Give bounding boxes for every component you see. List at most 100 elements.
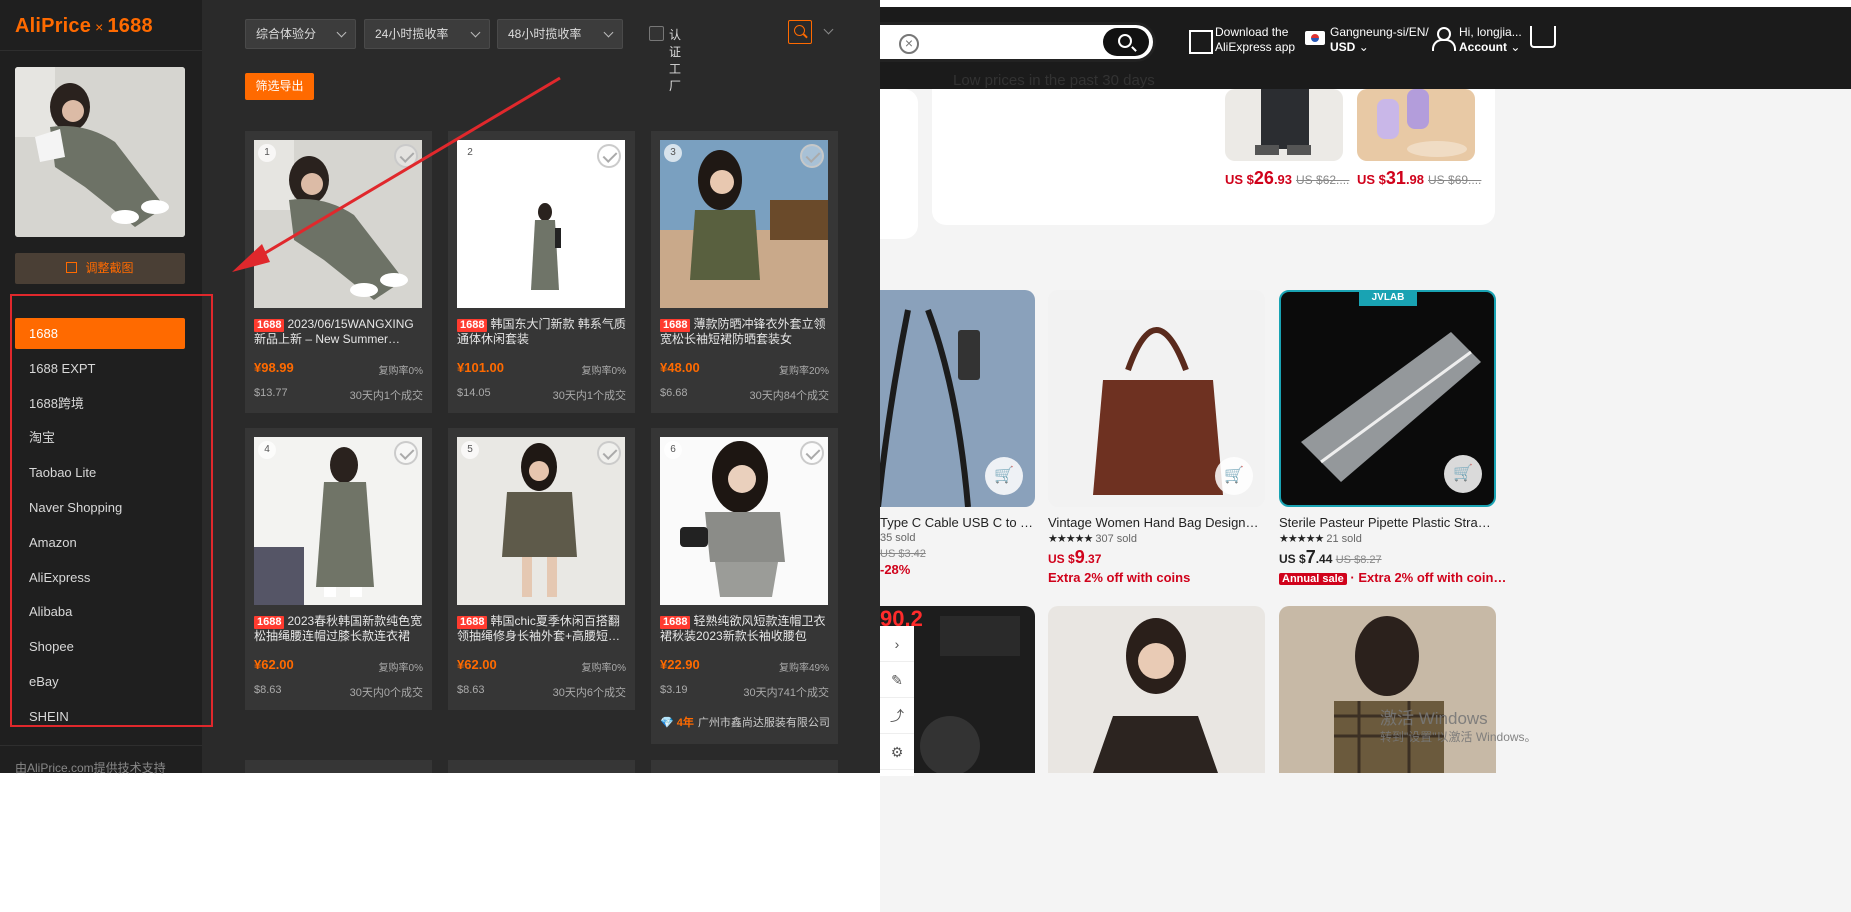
windows-activation-hint: 转到"设置"以激活 Windows。 — [1380, 730, 1537, 744]
divider — [0, 50, 202, 51]
floating-tools: › ✎ ⤴ ⚙ — [880, 626, 914, 776]
account-greeting: Hi, longjia... — [1459, 25, 1522, 39]
supplier-info[interactable]: 💎 4年 广州市鑫尚达服装有限公司 — [660, 714, 830, 730]
deal-image-case[interactable] — [1357, 89, 1475, 161]
product-price: ¥48.00 — [660, 360, 700, 375]
usd-price: $8.63 — [254, 684, 282, 696]
product-title[interactable]: 1688 韩国chic夏季休闲百搭翻领抽绳修身长袖外套+高腰短… — [457, 614, 627, 644]
qr-code-icon[interactable] — [1189, 30, 1213, 54]
select-check-icon[interactable] — [394, 441, 418, 465]
usd-price: $14.05 — [457, 387, 491, 399]
sort-select[interactable]: 综合体验分 — [245, 19, 356, 49]
product-card[interactable]: 3 1688薄款防晒冲锋衣外套立领宽松长袖短裙防晒套装女2023… ¥48.00… — [651, 131, 838, 413]
add-to-cart-icon[interactable]: 🛒 — [985, 457, 1023, 495]
product-card-partial — [448, 760, 635, 773]
product-title[interactable]: 1688 2023春秋韩国新款纯色宽松抽绳腰连帽过膝长款连衣裙 — [254, 614, 424, 644]
product-card[interactable]: JVLAB 🛒 Sterile Pasteur Pipette Plastic … — [1279, 290, 1506, 585]
product-image: JVLAB 🛒 — [1279, 290, 1496, 507]
product-card[interactable]: 5 1688 韩国chic夏季休闲百搭翻领抽绳修身长袖外套+高腰短… ¥62.00… — [448, 428, 635, 710]
divider — [0, 745, 202, 746]
rating-stars: ★★★★★ — [1279, 533, 1324, 545]
select-check-icon[interactable] — [597, 144, 621, 168]
account-menu[interactable]: Hi, longjia... Account ⌄ — [1459, 25, 1522, 55]
product-card[interactable]: 1 1688 2023/06/15WANGXING 新品上新 – New Summ… — [245, 131, 432, 413]
chevron-down-icon[interactable] — [823, 24, 834, 35]
repurchase-rate: 复购率0% — [581, 366, 626, 377]
product-image-plaid[interactable] — [1279, 606, 1496, 773]
product-title[interactable]: 1688薄款防晒冲锋衣外套立领宽松长袖短裙防晒套装女2023… — [660, 317, 830, 347]
product-title[interactable]: 1688 2023/06/15WANGXING 新品上新 – New Summer… — [254, 317, 424, 347]
edit-icon[interactable]: ✎ — [880, 662, 914, 698]
currency-label: USD — [1330, 40, 1356, 54]
product-title: Vintage Women Hand Bag Designers… — [1048, 515, 1265, 530]
select-check-icon[interactable] — [597, 441, 621, 465]
top-gap — [880, 0, 1851, 7]
product-card[interactable]: 🛒 Vintage Women Hand Bag Designers… ★★★★… — [1048, 290, 1265, 585]
usd-price: $3.19 — [660, 684, 688, 696]
repurchase-rate: 复购率0% — [378, 366, 423, 377]
product-card[interactable]: 2 1688 韩国东大门新款 韩系气质通体休闲套装 ¥101.00 复购率0% $… — [448, 131, 635, 413]
pickup-48h-select[interactable]: 48小时揽收率 — [497, 19, 623, 49]
region-selector[interactable]: Gangneung-si/EN/ USD ⌄ — [1330, 25, 1429, 55]
result-rank: 4 — [258, 441, 276, 459]
share-icon[interactable]: ⤴ — [880, 698, 914, 734]
certified-factory-label: 认证工厂 — [669, 28, 682, 93]
usd-price: $8.63 — [457, 684, 485, 696]
select-check-icon[interactable] — [800, 441, 824, 465]
add-to-cart-icon[interactable]: 🛒 — [1215, 457, 1253, 495]
product-title[interactable]: 1688 韩国东大门新款 韩系气质通体休闲套装 — [457, 317, 627, 347]
add-to-cart-icon[interactable]: 🛒 — [1444, 455, 1482, 493]
rating-stars: ★★★★★ — [1048, 533, 1093, 545]
source-tag: 1688 — [254, 616, 285, 629]
search-image-thumbnail — [15, 67, 185, 237]
result-rank: 5 — [461, 441, 479, 459]
certified-factory-checkbox[interactable] — [649, 26, 664, 41]
product-image-dress[interactable] — [1048, 606, 1265, 773]
korea-flag-icon — [1305, 31, 1325, 45]
deal-count: 30天内84个成交 — [749, 390, 829, 402]
deal-count: 30天内0个成交 — [349, 687, 423, 699]
select-check-icon[interactable] — [800, 144, 824, 168]
clear-search-icon[interactable]: × — [899, 34, 919, 54]
product-price: US $9.37 — [1048, 547, 1102, 567]
filter-export-button[interactable]: 筛选导出 — [245, 73, 314, 100]
annual-sale-badge: Annual sale — [1279, 573, 1347, 585]
product-price: ¥101.00 — [457, 360, 504, 375]
chevron-down-icon — [470, 27, 481, 38]
left-card-fragment — [880, 89, 918, 239]
account-label: Account — [1459, 40, 1507, 54]
settings-gear-icon[interactable]: ⚙ — [880, 734, 914, 770]
aliexpress-search[interactable]: × — [880, 22, 1156, 62]
product-image — [660, 140, 828, 308]
deal-image-jeans[interactable] — [1225, 89, 1343, 161]
product-price: ¥62.00 — [254, 657, 294, 672]
product-price: US $7.44 US $8.27 — [1279, 547, 1382, 567]
pickup-24h-select[interactable]: 24小时揽收率 — [364, 19, 490, 49]
download-app-link[interactable]: Download the AliExpress app — [1215, 25, 1295, 55]
product-image — [457, 140, 625, 308]
product-image — [660, 437, 828, 605]
product-card[interactable]: 4 1688 2023春秋韩国新款纯色宽松抽绳腰连帽过膝长款连衣裙 ¥62.00 … — [245, 428, 432, 710]
search-button[interactable] — [1103, 28, 1149, 56]
expand-arrow-icon[interactable]: › — [880, 626, 914, 662]
diamond-icon: 💎 — [660, 717, 674, 729]
user-icon[interactable] — [1432, 27, 1456, 51]
adjust-screenshot-label: 调整截图 — [85, 261, 134, 275]
search-icon[interactable] — [788, 20, 812, 44]
deal-count: 30天内1个成交 — [349, 390, 423, 402]
low-price-heading: Low prices in the past 30 days — [953, 72, 1155, 89]
region-line1: Gangneung-si/EN/ — [1330, 25, 1429, 39]
source-tag: 1688 — [457, 616, 488, 629]
crop-icon — [66, 262, 78, 273]
adjust-screenshot-button[interactable]: 调整截图 — [15, 253, 185, 284]
product-title[interactable]: 1688轻熟纯欲风短款连帽卫衣裙秋装2023新款长袖收腰包臀… — [660, 614, 830, 644]
supplier-name: 广州市鑫尚达服装有限公司 — [697, 717, 830, 729]
repurchase-rate: 复购率0% — [378, 663, 423, 674]
product-image — [254, 140, 422, 308]
deal-count: 30天内1个成交 — [552, 390, 626, 402]
select-check-icon[interactable] — [394, 144, 418, 168]
usd-price: $13.77 — [254, 387, 288, 399]
cart-icon[interactable] — [1530, 26, 1556, 48]
download-app-line2: AliExpress app — [1215, 40, 1296, 54]
product-card[interactable]: 6 1688轻熟纯欲风短款连帽卫衣裙秋装2023新款长袖收腰包臀… ¥22.90… — [651, 428, 838, 744]
